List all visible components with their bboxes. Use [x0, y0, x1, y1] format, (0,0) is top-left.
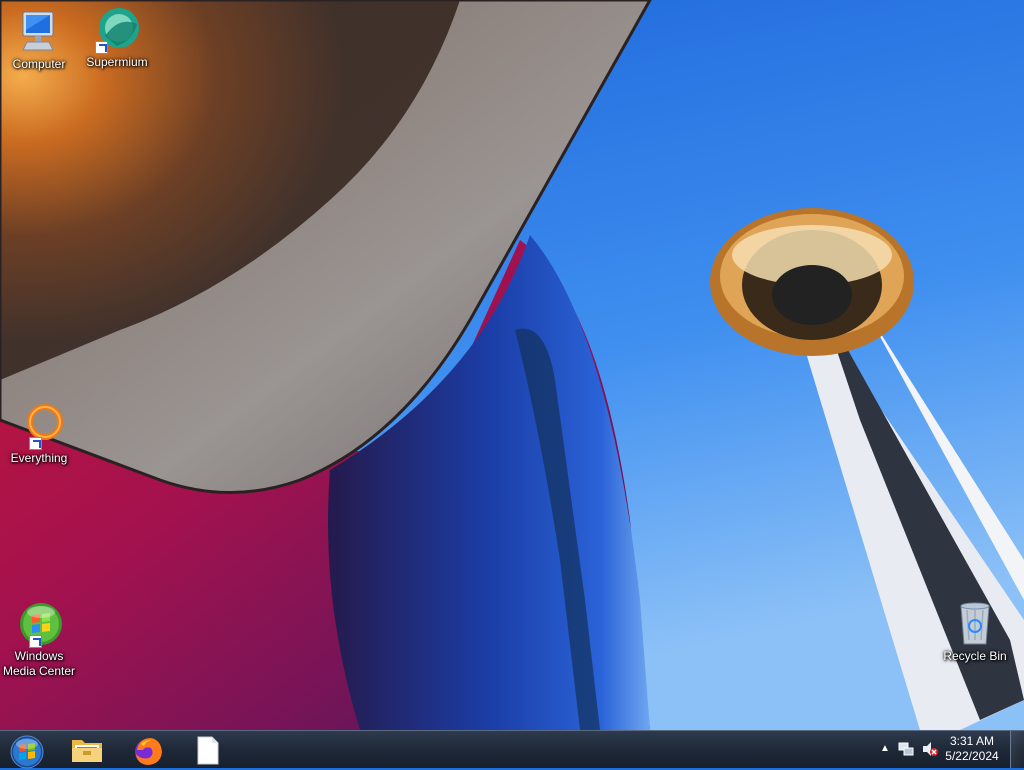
- supermium-icon: [93, 6, 141, 54]
- desktop-icon-label: Computer: [12, 57, 66, 71]
- desktop-icon-label: Supermium: [86, 55, 148, 69]
- desktop-icon-everything[interactable]: Everything: [1, 402, 77, 466]
- taskbar-document-button[interactable]: [181, 732, 235, 768]
- system-tray: ▲ 3:31 AM 5/22/2024: [874, 731, 1024, 768]
- show-desktop-button[interactable]: [1010, 731, 1024, 768]
- taskbar: ▲ 3:31 AM 5/22/2024: [0, 730, 1024, 769]
- shortcut-arrow-icon: [95, 41, 108, 54]
- desktop-icon-windows-media-center[interactable]: Windows Media Center: [1, 600, 77, 679]
- start-button[interactable]: [4, 732, 50, 769]
- folder-icon: [72, 740, 102, 762]
- network-icon[interactable]: [898, 741, 914, 762]
- windows-start-orb-icon: [10, 735, 44, 769]
- recycle-bin-icon: [951, 600, 999, 648]
- volume-muted-icon[interactable]: [922, 741, 938, 762]
- desktop-icon-label: Recycle Bin: [943, 649, 1007, 663]
- everything-icon: [15, 402, 63, 450]
- shortcut-arrow-icon: [29, 635, 42, 648]
- taskbar-firefox-button[interactable]: [121, 732, 175, 768]
- clock-time: 3:31 AM: [949, 734, 995, 748]
- desktop-wallpaper[interactable]: [0, 0, 1024, 730]
- windows-media-center-icon: [15, 600, 63, 648]
- desktop-icon-recycle-bin[interactable]: Recycle Bin: [937, 600, 1013, 664]
- desktop-icon-computer[interactable]: Computer: [1, 8, 77, 72]
- desktop-icon-supermium[interactable]: Supermium: [79, 6, 155, 70]
- show-hidden-icons-chevron[interactable]: ▲: [880, 743, 890, 754]
- taskbar-file-explorer-button[interactable]: [60, 732, 114, 768]
- firefox-icon: [135, 738, 162, 765]
- document-icon: [197, 736, 219, 765]
- clock-date: 5/22/2024: [945, 749, 999, 763]
- taskbar-clock[interactable]: 3:31 AM 5/22/2024: [940, 734, 1004, 764]
- shortcut-arrow-icon: [29, 437, 42, 450]
- computer-icon: [15, 8, 63, 56]
- desktop-icon-label: Everything: [10, 451, 68, 465]
- desktop-icon-label: Windows Media Center: [2, 649, 76, 678]
